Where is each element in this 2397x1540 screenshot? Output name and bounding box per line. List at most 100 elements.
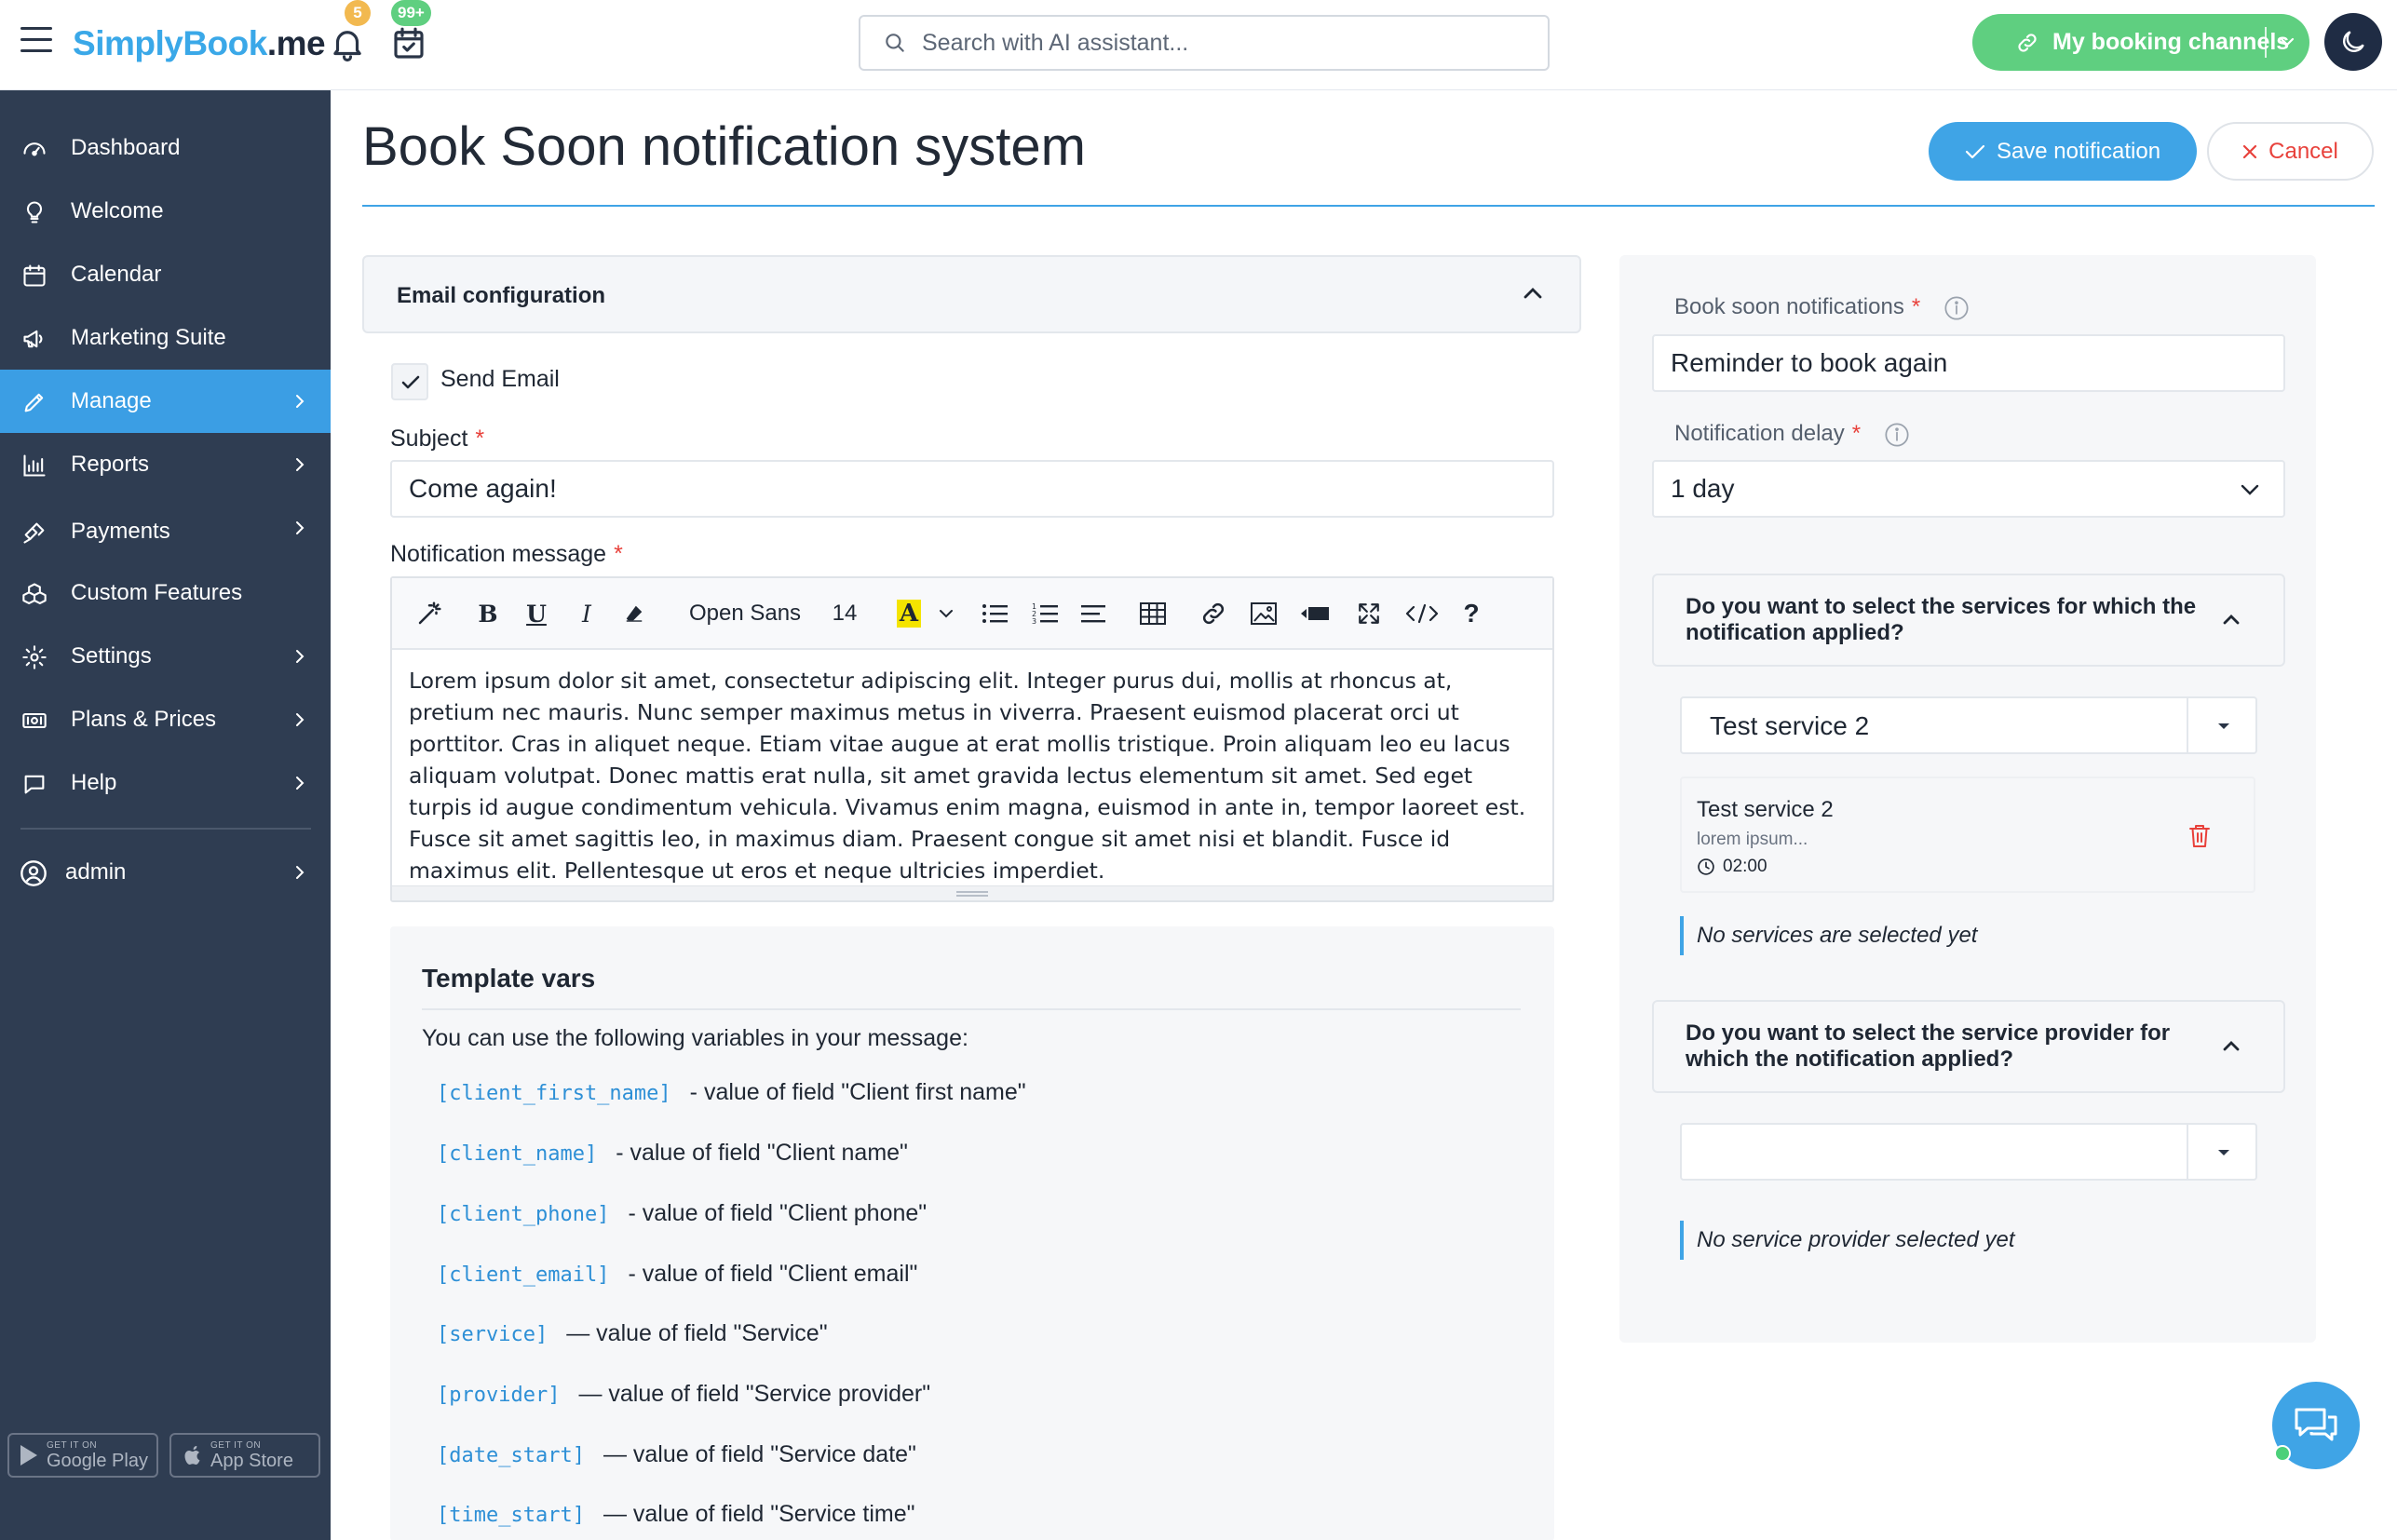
search-bar[interactable] [859,15,1550,71]
app-store-button[interactable]: GET IT ON App Store [169,1433,320,1478]
services-accordion[interactable]: Do you want to select the services for w… [1652,574,2285,667]
eraser-icon[interactable] [619,597,649,630]
template-var-code[interactable]: [client_email] [437,1263,609,1287]
user-circle-icon [20,860,47,886]
sidebar-item-payments[interactable]: Payments [0,500,331,563]
sidebar-item-admin[interactable]: admin [0,841,331,904]
book-soon-input[interactable]: Reminder to book again [1652,334,2285,392]
video-icon[interactable] [1299,597,1331,630]
template-var-code[interactable]: [date_start] [437,1444,585,1467]
service-description: lorem ipsum... [1697,830,1808,849]
template-var-code[interactable]: [client_phone] [437,1203,609,1226]
underline-icon[interactable]: U [522,597,550,630]
sidebar-item-settings[interactable]: Settings [0,625,331,688]
logo[interactable]: SimplyBook.me [73,20,326,67]
sidebar-item-marketing-suite[interactable]: Marketing Suite [0,306,331,370]
fullscreen-icon[interactable] [1355,597,1383,630]
bell-icon[interactable] [328,24,367,63]
template-var-code[interactable]: [provider] [437,1384,560,1407]
send-email-checkbox[interactable] [391,363,428,400]
check-icon [401,375,420,389]
sidebar-item-calendar[interactable]: Calendar [0,243,331,306]
booking-channels-button[interactable]: My booking channels [1972,14,2309,71]
link-icon[interactable] [1198,597,1228,630]
moon-icon [2343,31,2364,52]
check-icon [1965,144,1985,158]
service-select[interactable]: Test service 2 [1680,696,2257,754]
numbered-list-icon[interactable]: 123 [1031,597,1059,630]
info-icon[interactable] [1943,295,1970,321]
font-size-select[interactable]: 14 [826,597,863,630]
template-var-code[interactable]: [client_first_name] [437,1082,671,1105]
app-store-label: App Store [210,1450,293,1471]
code-view-icon[interactable] [1403,597,1441,630]
svg-text:3: 3 [1032,617,1036,625]
sidebar-item-welcome[interactable]: Welcome [0,180,331,243]
sidebar-item-label: Welcome [71,198,164,223]
bookings-badge: 99+ [391,0,431,26]
sidebar-item-label: Plans & Prices [71,707,217,732]
info-icon[interactable] [1884,422,1910,448]
template-var-code[interactable]: [service] [437,1323,548,1346]
sidebar-item-plans-prices[interactable]: Plans & Prices [0,688,331,751]
message-label: Notification message * [390,541,623,567]
sidebar-item-label: Payments [71,519,170,544]
save-label: Save notification [1996,138,2161,164]
email-configuration-label: Email configuration [397,283,606,308]
service-select-toggle[interactable] [2187,696,2257,754]
caret-down-icon [2218,723,2229,729]
save-notification-button[interactable]: Save notification [1929,122,2197,181]
calendar-check-icon[interactable] [389,24,428,63]
google-play-button[interactable]: GET IT ON Google Play [7,1433,158,1478]
search-input[interactable] [922,29,1518,57]
trash-icon[interactable] [2188,823,2211,849]
google-play-label: Google Play [47,1450,148,1471]
service-duration-value: 02:00 [1723,857,1767,876]
chevron-down-icon[interactable] [2280,36,2295,47]
image-icon[interactable] [1249,597,1279,630]
sidebar: Dashboard Welcome Calendar Marketing Sui… [0,90,331,1540]
template-var-code[interactable]: [time_start] [437,1504,585,1527]
notification-delay-select[interactable]: 1 day [1652,460,2285,518]
dashboard-icon [23,142,46,156]
top-bar: SimplyBook.me 5 99+ My booking channels [0,0,2397,90]
sidebar-item-custom-features[interactable]: Custom Features [0,561,331,625]
magic-wand-icon[interactable] [413,597,446,630]
editor-resize-handle[interactable] [392,885,1552,900]
notification-delay-label: Notification delay * [1674,421,1910,448]
chevron-right-icon [296,866,305,879]
book-soon-label-text: Book soon notifications [1674,294,1904,319]
help-icon[interactable]: ? [1457,597,1485,630]
template-var-row: [client_email] - value of field "Client e… [437,1261,917,1288]
font-family-select[interactable]: Open Sans [684,597,806,630]
chevron-right-icon [296,777,305,790]
dark-mode-toggle[interactable] [2324,13,2382,71]
sidebar-item-help[interactable]: Help [0,751,331,815]
menu-icon[interactable] [20,27,52,53]
caret-down-icon [2218,1150,2229,1155]
subject-input[interactable]: Come again! [390,460,1554,518]
notification-settings-panel: Book soon notifications * Reminder to boo… [1619,255,2316,1343]
notification-delay-value: 1 day [1671,474,1735,503]
provider-accordion[interactable]: Do you want to select the service provid… [1652,1000,2285,1093]
text-color-icon[interactable]: A [895,597,923,630]
sidebar-item-reports[interactable]: Reports [0,433,331,496]
sidebar-item-manage[interactable]: Manage [0,370,331,433]
chevron-right-icon [296,650,305,663]
chevron-down-icon[interactable] [936,597,956,630]
align-icon[interactable] [1079,597,1107,630]
money-icon [22,712,47,729]
sidebar-item-dashboard[interactable]: Dashboard [0,116,331,180]
message-body[interactable]: Lorem ipsum dolor sit amet, consectetur … [409,665,1537,886]
provider-select-toggle[interactable] [2187,1123,2257,1181]
provider-select[interactable] [1680,1123,2257,1181]
email-configuration-header[interactable]: Email configuration [362,255,1581,333]
table-icon[interactable] [1139,597,1167,630]
template-var-code[interactable]: [client_name] [437,1142,597,1166]
apple-icon [184,1446,200,1465]
italic-icon[interactable]: I [573,597,601,630]
cancel-button[interactable]: Cancel [2207,122,2374,181]
bold-icon[interactable]: B [474,597,502,630]
notification-delay-label-text: Notification delay [1674,421,1845,446]
bullet-list-icon[interactable] [981,597,1009,630]
